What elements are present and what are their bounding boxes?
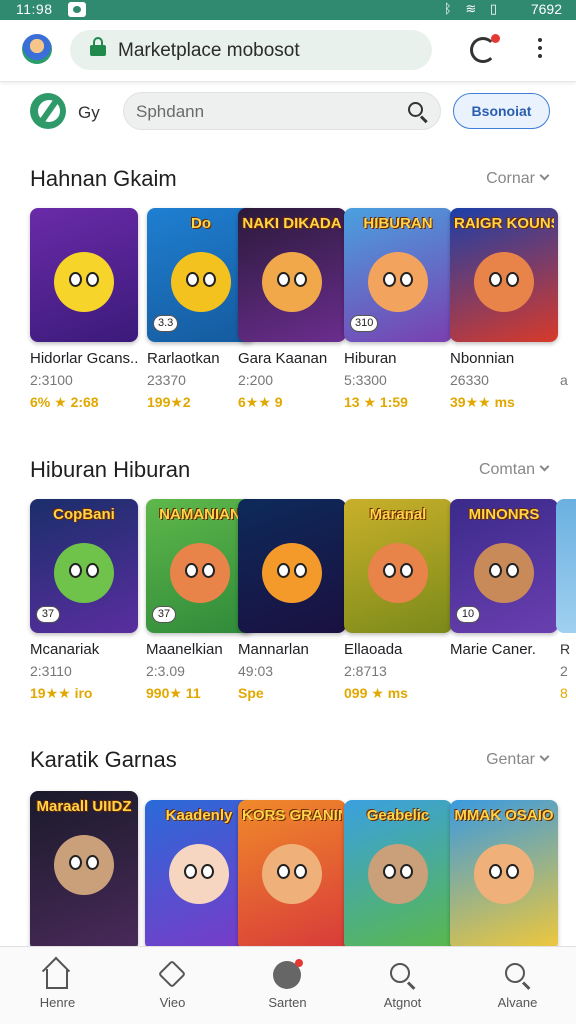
game-name: Mannarlan	[238, 641, 309, 658]
partial-card-text: a	[560, 372, 568, 388]
game-name: Marie Caner.	[450, 641, 536, 658]
search-bar[interactable]	[123, 92, 441, 130]
search-input[interactable]	[136, 100, 396, 124]
game-rating: 199★2	[147, 394, 191, 410]
nav-label: Sarten	[268, 995, 307, 1010]
nav-item-discover[interactable]: Atgnot	[345, 947, 460, 1024]
notification-dot	[491, 34, 500, 43]
nav-label: Vieo	[159, 995, 186, 1010]
status-icons: ᛒ ≋ ▯	[443, 1, 502, 16]
section-title: Hiburan Hiburan	[30, 457, 191, 482]
partial-card-text: R	[560, 641, 571, 657]
game-rating: 13 ★ 1:59	[344, 394, 408, 410]
game-meta: 2:3.09	[146, 663, 185, 679]
game-rating: 990★ 11	[146, 685, 201, 701]
partial-card-text: 2	[560, 663, 568, 679]
card-badge: 3.3	[153, 315, 179, 332]
discover-icon	[388, 961, 416, 990]
game-meta: 26330	[450, 372, 489, 388]
game-meta: 5:3300	[344, 372, 387, 388]
card-badge: 37	[36, 606, 60, 623]
games-icon	[273, 959, 303, 989]
chevron-down-icon	[539, 461, 550, 472]
nav-label: Atgnot	[383, 995, 422, 1010]
section-more-link[interactable]: Comtan	[479, 461, 550, 479]
game-name: Gara Kaanan	[238, 350, 328, 367]
game-rating: Spe	[238, 685, 264, 701]
avatar[interactable]	[22, 34, 52, 64]
game-name: Mcanariak	[30, 641, 100, 658]
refresh-icon[interactable]	[470, 34, 500, 63]
search-icon	[503, 961, 531, 990]
search-icon[interactable]	[408, 102, 428, 124]
app-logo-icon[interactable]	[30, 93, 66, 129]
game-meta: 2:3100	[30, 372, 73, 388]
game-rating: 099 ★ ms	[344, 685, 408, 701]
game-meta: 49:03	[238, 663, 274, 679]
brand-label: Gy	[78, 103, 100, 122]
nav-label: Alvane	[497, 995, 538, 1010]
lock-icon	[90, 37, 106, 56]
browser-toolbar: Marketplace mobosot	[0, 20, 576, 82]
tag-icon	[157, 959, 187, 989]
chevron-down-icon	[539, 170, 550, 181]
game-meta: 2:8713	[344, 663, 387, 679]
section-1: Hahnan Gkaim Cornar Hidorlar Gcans.. 2:3…	[30, 166, 568, 410]
bottom-navigation: Henre Vieo Sarten Atgnot Alvane	[0, 946, 576, 1024]
nav-label: Henre	[39, 995, 76, 1010]
game-rating: 6★★ 9	[238, 394, 283, 410]
nav-item-games[interactable]: Sarten	[230, 947, 345, 1024]
section-title: Karatik Garnas	[30, 747, 177, 772]
nav-item-home[interactable]: Henre	[0, 947, 115, 1024]
game-meta: 2:200	[238, 372, 274, 388]
chevron-down-icon	[539, 751, 550, 762]
game-rating: 39★★ ms	[450, 394, 515, 410]
section-2: Hiburan Hiburan Comtan CopBani 37 Mcanari…	[0, 457, 576, 707]
home-icon	[46, 969, 68, 989]
status-battery-text: 7692	[530, 1, 562, 17]
more-vert-icon[interactable]	[530, 38, 550, 62]
card-badge: 310	[350, 315, 379, 332]
partial-card-text: 8	[560, 685, 568, 701]
app-icon	[68, 2, 86, 17]
game-meta: 2:3110	[30, 663, 72, 679]
game-rating: 19★★ iro	[30, 685, 93, 701]
game-name: Nbonnian	[450, 350, 515, 367]
card-badge: 10	[456, 606, 480, 623]
header-action-button[interactable]: Bsonoiat	[453, 93, 550, 129]
url-text: Marketplace mobosot	[118, 40, 300, 61]
game-name: Hidorlar Gcans..	[30, 350, 139, 367]
partial-card-thumb[interactable]	[556, 499, 576, 633]
url-bar[interactable]: Marketplace mobosot	[70, 30, 432, 70]
game-rating: 6% ★ 2:68	[30, 394, 99, 410]
card-badge: 37	[152, 606, 176, 623]
nav-item-tag[interactable]: Vieo	[115, 947, 230, 1024]
status-time: 11:98	[16, 1, 53, 17]
section-more-link[interactable]: Cornar	[486, 170, 550, 188]
game-meta: 23370	[147, 372, 186, 388]
section-title: Hahnan Gkaim	[30, 166, 177, 191]
game-name: Ellaoada	[344, 641, 403, 658]
nav-item-search[interactable]: Alvane	[460, 947, 575, 1024]
section-more-link[interactable]: Gentar	[486, 751, 550, 769]
status-bar: 11:98 ᛒ ≋ ▯ 7692	[0, 0, 576, 20]
section-3: Karatik Garnas Gentar Maraall UIIDZ Kaad…	[0, 747, 576, 951]
game-name: Hiburan	[344, 350, 397, 367]
